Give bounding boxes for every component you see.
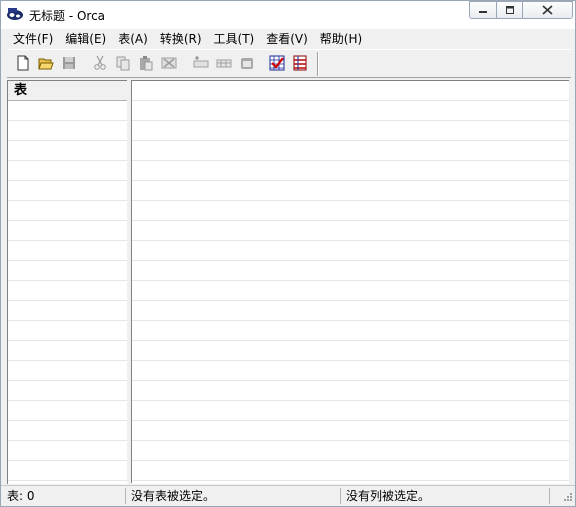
- table-row: [132, 161, 569, 181]
- close-button[interactable]: [522, 1, 573, 19]
- table-row: [132, 201, 569, 221]
- list-item: [8, 241, 128, 261]
- list-item: [8, 441, 128, 461]
- save-icon[interactable]: [61, 55, 77, 71]
- list-item: [8, 221, 128, 241]
- list-item: [8, 401, 128, 421]
- list-item: [8, 181, 128, 201]
- table-rows: [132, 81, 569, 481]
- table-icon[interactable]: [239, 55, 255, 71]
- minimize-icon: [479, 11, 487, 13]
- close-icon: [542, 5, 553, 15]
- table-row: [132, 281, 569, 301]
- add-row-icon[interactable]: [193, 55, 209, 71]
- menu-file[interactable]: 文件(F): [7, 30, 59, 47]
- table-row: [132, 181, 569, 201]
- menu-view[interactable]: 查看(V): [260, 30, 314, 47]
- new-icon[interactable]: [15, 55, 31, 71]
- menu-transform[interactable]: 转换(R): [154, 30, 208, 47]
- toolbar-separator: [317, 52, 319, 76]
- table-row: [132, 401, 569, 421]
- list-item: [8, 121, 128, 141]
- table-row: [132, 121, 569, 141]
- resize-grip-icon[interactable]: [561, 492, 573, 504]
- list-item: [8, 141, 128, 161]
- table-row: [132, 101, 569, 121]
- status-table-count: 表: 0: [7, 489, 35, 503]
- copy-icon[interactable]: [115, 55, 131, 71]
- table-row: [132, 441, 569, 461]
- status-divider: [125, 488, 126, 504]
- list-item: [8, 201, 128, 221]
- table-content-pane[interactable]: [132, 80, 569, 484]
- table-row: [132, 421, 569, 441]
- menu-help[interactable]: 帮助(H): [314, 30, 368, 47]
- table-row: [132, 241, 569, 261]
- table-row: [132, 81, 569, 101]
- table-row: [132, 301, 569, 321]
- tables-list: [8, 101, 128, 481]
- table-row: [132, 261, 569, 281]
- title-bar[interactable]: 无标题 - Orca: [1, 1, 575, 29]
- table-row: [132, 461, 569, 481]
- list-item: [8, 321, 128, 341]
- orca-app-icon: [6, 6, 24, 22]
- status-bar: 表: 0 没有表被选定。 没有列被选定。: [1, 485, 575, 506]
- minimize-button[interactable]: [469, 1, 497, 19]
- menu-tables[interactable]: 表(A): [112, 30, 154, 47]
- paste-icon[interactable]: [138, 55, 154, 71]
- app-window: 无标题 - Orca 文件(F) 编辑(E) 表(A) 转换(R) 工具(T) …: [0, 0, 576, 507]
- menu-edit[interactable]: 编辑(E): [59, 30, 112, 47]
- status-divider: [340, 488, 341, 504]
- list-item: [8, 161, 128, 181]
- list-item: [8, 301, 128, 321]
- table-row: [132, 221, 569, 241]
- menu-bar: 文件(F) 编辑(E) 表(A) 转换(R) 工具(T) 查看(V) 帮助(H): [7, 29, 571, 48]
- list-item: [8, 101, 128, 121]
- status-table-selection: 没有表被选定。: [131, 489, 216, 503]
- list-item: [8, 461, 128, 481]
- menu-tools[interactable]: 工具(T): [208, 30, 261, 47]
- toolbar: [7, 49, 571, 78]
- add-table-icon[interactable]: [216, 55, 232, 71]
- list-item: [8, 381, 128, 401]
- list-item: [8, 361, 128, 381]
- table-row: [132, 381, 569, 401]
- list-item: [8, 281, 128, 301]
- list-item: [8, 421, 128, 441]
- tables-header[interactable]: 表: [8, 81, 128, 101]
- list-item: [8, 261, 128, 281]
- delete-icon[interactable]: [161, 55, 177, 71]
- window-title: 无标题 - Orca: [29, 9, 106, 23]
- table-row: [132, 341, 569, 361]
- validate-icon[interactable]: [269, 55, 285, 71]
- tables-pane[interactable]: 表: [7, 80, 128, 484]
- table-row: [132, 361, 569, 381]
- open-icon[interactable]: [38, 55, 54, 71]
- maximize-button[interactable]: [496, 1, 523, 19]
- status-column-selection: 没有列被选定。: [346, 489, 431, 503]
- table-row: [132, 321, 569, 341]
- cut-icon[interactable]: [92, 55, 108, 71]
- restore-icon: [505, 6, 514, 14]
- table-row: [132, 141, 569, 161]
- merge-module-icon[interactable]: [292, 55, 308, 71]
- status-divider: [549, 488, 550, 504]
- list-item: [8, 341, 128, 361]
